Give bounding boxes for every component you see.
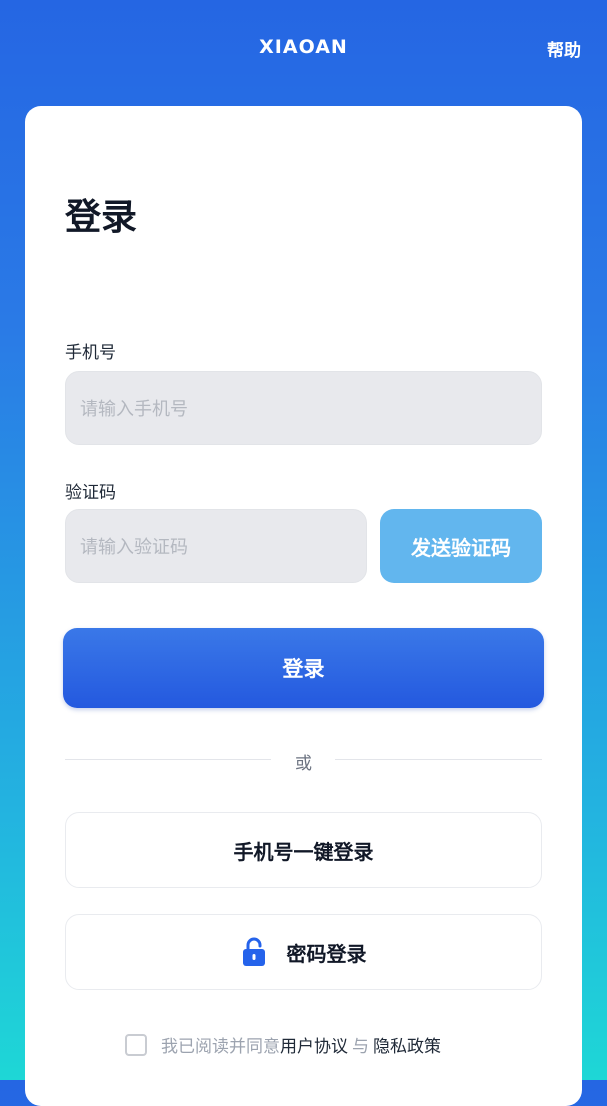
code-input[interactable]: 请输入验证码 bbox=[65, 509, 367, 583]
one-click-login-button[interactable]: 手机号一键登录 bbox=[65, 812, 542, 888]
help-link[interactable]: 帮助 bbox=[547, 36, 581, 61]
phone-label: 手机号 bbox=[65, 343, 116, 363]
or-separator: 或 bbox=[295, 754, 312, 774]
code-placeholder: 请输入验证码 bbox=[80, 537, 188, 558]
brand-logo: XIAOAN bbox=[259, 36, 348, 58]
password-login-button[interactable]: 密码登录 bbox=[65, 914, 542, 990]
phone-input[interactable]: 请输入手机号 bbox=[65, 371, 542, 445]
agreement-checkbox[interactable] bbox=[125, 1033, 147, 1056]
send-code-button[interactable]: 发送验证码 bbox=[380, 509, 542, 583]
phone-placeholder: 请输入手机号 bbox=[80, 399, 188, 420]
page-title: 登录 bbox=[65, 197, 138, 238]
lock-icon bbox=[241, 937, 267, 967]
login-card: 登录 手机号 请输入手机号 验证码 请输入验证码 发送验证码 登录 或 手机号一… bbox=[25, 106, 582, 1106]
login-button[interactable]: 登录 bbox=[63, 628, 544, 708]
code-label: 验证码 bbox=[65, 483, 116, 503]
divider-right bbox=[335, 759, 542, 760]
top-bar: XIAOAN 帮助 bbox=[0, 0, 607, 100]
user-agreement-link[interactable]: 用户协议 bbox=[280, 1032, 348, 1057]
privacy-policy-link[interactable]: 隐私政策 bbox=[373, 1032, 441, 1057]
one-click-login-label: 手机号一键登录 bbox=[233, 839, 374, 864]
agreement-prefix: 我已阅读并同意 bbox=[161, 1037, 280, 1057]
agreement-and: 与 bbox=[352, 1037, 369, 1057]
agreement-row: 我已阅读并同意 用户协议 与 隐私政策 bbox=[125, 1032, 441, 1057]
password-login-label: 密码登录 bbox=[286, 941, 367, 966]
